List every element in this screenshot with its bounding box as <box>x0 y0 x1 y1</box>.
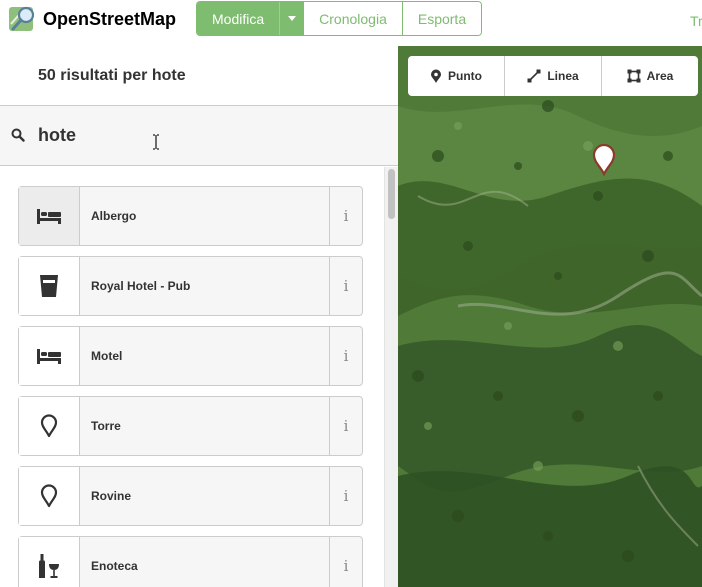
nav-group: Modifica Cronologia Esporta <box>196 1 483 36</box>
logo-text: OpenStreetMap <box>43 8 177 29</box>
export-button[interactable]: Esporta <box>401 2 482 35</box>
map-pin-icon <box>40 484 58 508</box>
add-area-label: Area <box>646 69 674 83</box>
add-area-button[interactable]: Area <box>601 56 698 96</box>
sidebar: 50 risultati per hote hote Albergo i Roy… <box>0 46 398 587</box>
preset-label: Enoteca <box>91 559 138 573</box>
preset-info-button[interactable]: i <box>329 397 362 455</box>
add-point-label: Punto <box>448 69 482 83</box>
sidebar-header: 50 risultati per hote <box>0 46 398 106</box>
preset-item-motel[interactable]: Motel i <box>18 326 363 386</box>
scrollbar-thumb[interactable] <box>388 169 395 219</box>
scrollbar[interactable] <box>384 167 398 587</box>
preset-label: Motel <box>91 349 123 363</box>
preset-info-button[interactable]: i <box>329 537 362 587</box>
add-point-button[interactable]: Punto <box>408 56 504 96</box>
preset-list: Albergo i Royal Hotel - Pub i Motel i To… <box>0 167 384 587</box>
results-title: 50 risultati per hote <box>38 67 186 84</box>
preset-info-button[interactable]: i <box>329 257 362 315</box>
osm-logo-icon <box>8 4 38 34</box>
bed-icon <box>37 349 61 364</box>
bed-icon <box>37 209 61 224</box>
edit-dropdown-button[interactable] <box>279 2 304 35</box>
text-cursor-icon <box>153 134 159 150</box>
add-line-button[interactable]: Linea <box>504 56 601 96</box>
preset-info-button[interactable]: i <box>329 187 362 245</box>
history-button[interactable]: Cronologia <box>303 2 402 35</box>
preset-label: Rovine <box>91 489 132 503</box>
wine-bottle-icon <box>39 554 59 578</box>
search-bar[interactable]: hote <box>0 106 398 166</box>
preset-label: Royal Hotel - Pub <box>91 279 191 293</box>
pint-glass-icon <box>40 275 58 297</box>
preset-item-rovine[interactable]: Rovine i <box>18 466 363 526</box>
logo[interactable]: OpenStreetMap <box>8 4 176 34</box>
add-line-label: Linea <box>547 69 579 83</box>
preset-label: Torre <box>91 419 121 433</box>
satellite-imagery <box>398 46 702 587</box>
preset-item-enoteca[interactable]: Enoteca i <box>18 536 363 587</box>
preset-label: Albergo <box>91 209 137 223</box>
preset-item-torre[interactable]: Torre i <box>18 396 363 456</box>
line-icon <box>527 69 541 83</box>
draw-mode-toolbar: Punto Linea Area <box>408 56 698 96</box>
area-icon <box>627 69 641 83</box>
map-marker-icon[interactable] <box>592 144 616 176</box>
edit-button[interactable]: Modifica <box>197 2 280 35</box>
preset-info-button[interactable]: i <box>329 467 362 525</box>
map-pin-icon <box>40 414 58 438</box>
top-bar: OpenStreetMap Modifica Cronologia Esport… <box>0 0 702 46</box>
point-icon <box>431 69 441 83</box>
search-icon <box>11 128 25 142</box>
truncated-nav-link[interactable]: Tr <box>690 13 702 29</box>
caret-down-icon <box>287 16 296 21</box>
map-view[interactable]: Punto Linea Area <box>398 46 702 587</box>
preset-item-royal-hotel-pub[interactable]: Royal Hotel - Pub i <box>18 256 363 316</box>
search-input[interactable]: hote <box>38 125 76 146</box>
preset-item-albergo[interactable]: Albergo i <box>18 186 363 246</box>
preset-info-button[interactable]: i <box>329 327 362 385</box>
